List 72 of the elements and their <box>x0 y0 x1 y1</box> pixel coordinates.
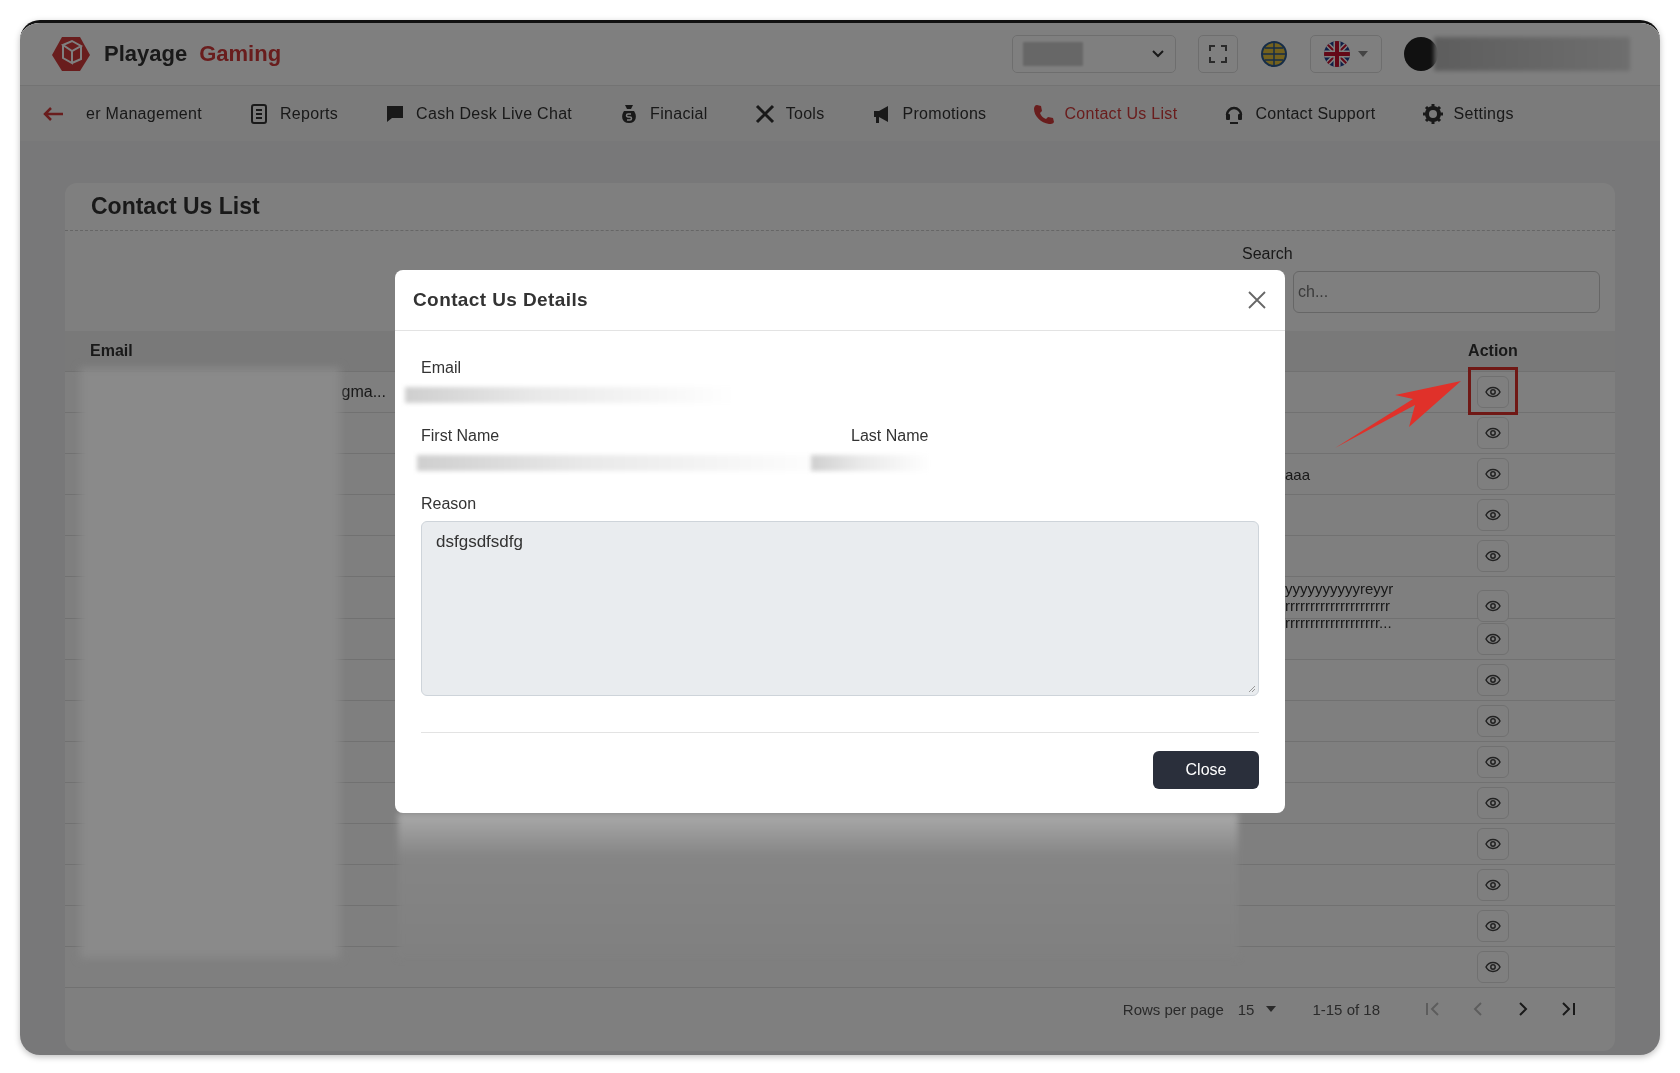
field-label: Reason <box>421 495 478 513</box>
brand-name: Gaming <box>199 41 282 67</box>
eye-icon <box>1485 599 1501 612</box>
view-button[interactable] <box>1477 589 1509 622</box>
view-button[interactable] <box>1477 663 1509 696</box>
brand-name: Playage <box>104 41 188 67</box>
view-button[interactable] <box>1477 786 1509 819</box>
search-field[interactable]: ch... <box>1293 271 1600 313</box>
eye-icon <box>1485 878 1501 891</box>
view-button[interactable] <box>1477 827 1509 860</box>
page-range: 1-15 of 18 <box>1312 1000 1380 1018</box>
page-title: Contact Us List <box>65 183 1615 231</box>
nav-item[interactable]: er Management <box>86 104 202 123</box>
eye-icon <box>1485 837 1501 850</box>
language-button[interactable] <box>1310 35 1382 73</box>
eye-icon <box>1485 550 1501 562</box>
close-icon[interactable] <box>1247 290 1267 310</box>
view-button[interactable] <box>1477 704 1509 737</box>
settings-icon <box>1421 102 1444 125</box>
eye-icon <box>1485 509 1501 521</box>
view-button[interactable] <box>1477 376 1509 408</box>
nav-item[interactable]: Reports <box>247 102 339 125</box>
view-button[interactable] <box>1477 868 1509 901</box>
eye-icon <box>1485 427 1501 439</box>
view-button[interactable] <box>1477 622 1509 655</box>
nav-item[interactable]: Promotions <box>870 102 987 125</box>
eye-icon <box>1485 919 1501 932</box>
phone-icon <box>1032 102 1055 125</box>
eye-icon <box>1485 796 1501 809</box>
eye-icon <box>1485 960 1501 973</box>
modal-title: Contact Us Details <box>413 289 589 311</box>
eye-icon <box>1485 714 1501 727</box>
column-header: Action <box>1467 342 1519 360</box>
eye-icon <box>1485 755 1501 768</box>
field-label: Last Name <box>851 427 929 444</box>
fullscreen-icon[interactable] <box>1198 35 1238 73</box>
view-button[interactable] <box>1477 499 1509 531</box>
close-button[interactable]: Close <box>1153 751 1259 789</box>
nav-item[interactable]: Cash Desk Live Chat <box>384 102 573 125</box>
view-button[interactable] <box>1477 417 1509 449</box>
nav-item[interactable]: Contact Us List <box>1032 102 1178 125</box>
field-label: First Name <box>421 427 500 444</box>
logo-icon <box>50 35 92 73</box>
eye-icon <box>1485 468 1501 480</box>
table-cell-text: aaa <box>1285 464 1312 485</box>
view-button[interactable] <box>1477 540 1509 572</box>
view-button[interactable] <box>1477 458 1509 490</box>
nav-item[interactable]: Tools <box>753 102 825 125</box>
back-arrow-icon[interactable] <box>42 105 64 122</box>
caret-icon <box>1266 1006 1277 1013</box>
rows-per-page-label: Rows per page <box>1122 1000 1224 1018</box>
eye-icon <box>1485 673 1501 686</box>
eye-icon <box>1485 632 1501 645</box>
chevron-down-icon <box>1151 49 1165 59</box>
flag-icon <box>1324 41 1350 67</box>
nav-item[interactable]: Settings <box>1421 102 1514 125</box>
column-header: Email <box>90 342 134 360</box>
globe-icon[interactable] <box>1260 40 1288 68</box>
view-button[interactable] <box>1477 950 1509 983</box>
field-label: Email <box>421 359 462 377</box>
caret-icon <box>1358 51 1368 57</box>
nav-item[interactable]: Finacial <box>618 102 708 125</box>
nav-item[interactable]: Contact Support <box>1223 102 1376 125</box>
view-button[interactable] <box>1477 909 1509 942</box>
eye-icon <box>1485 386 1501 398</box>
view-button[interactable] <box>1477 745 1509 778</box>
resize-handle-icon[interactable] <box>1248 685 1256 693</box>
table-cell-text: yyyyyyyyyyreyyr rrrrrrrrrrrrrrrrrrrrr rrrrrrrrrrrrrrrrrrr... <box>1285 579 1395 633</box>
reason-field[interactable]: dsfgsdfsdfg <box>421 521 1259 696</box>
search-label: Search <box>1242 245 1294 263</box>
table-cell: gma... <box>341 383 386 400</box>
rows-per-page-select[interactable]: 15 <box>1237 1000 1277 1018</box>
